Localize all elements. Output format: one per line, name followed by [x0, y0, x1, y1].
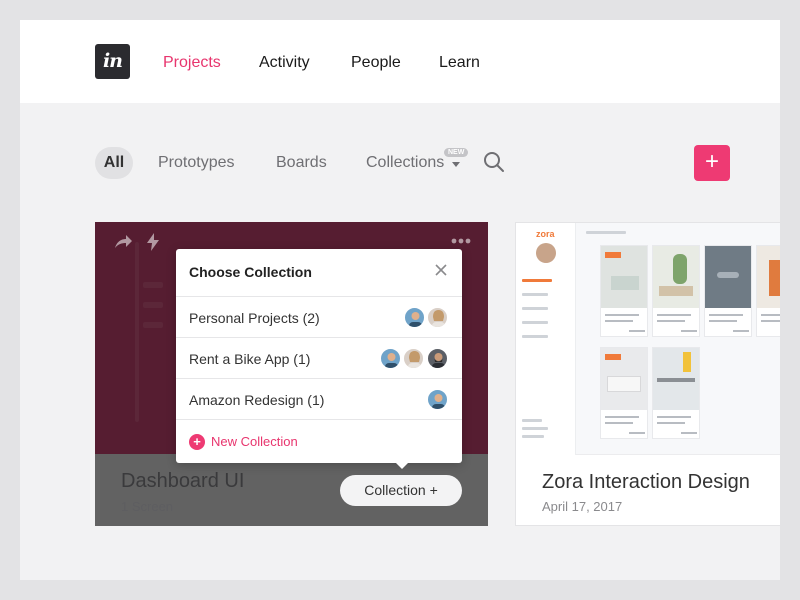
popup-title: Choose Collection	[189, 264, 312, 280]
filter-collections[interactable]: Collections	[366, 154, 444, 172]
collection-item-amazon-redesign[interactable]: Amazon Redesign (1)	[176, 378, 462, 419]
avatar	[427, 307, 448, 328]
filter-boards[interactable]: Boards	[276, 154, 327, 172]
search-icon[interactable]	[483, 151, 505, 173]
top-navigation: in Projects Activity People Learn	[20, 20, 780, 103]
avatar	[404, 307, 425, 328]
card-title: Dashboard UI	[121, 470, 245, 492]
filter-prototypes[interactable]: Prototypes	[158, 154, 234, 172]
collection-label: Amazon Redesign (1)	[189, 392, 325, 408]
close-icon[interactable]	[434, 263, 448, 277]
collection-item-personal-projects[interactable]: Personal Projects (2)	[176, 296, 462, 337]
listing-tile	[652, 347, 700, 439]
nav-projects[interactable]: Projects	[163, 54, 221, 72]
avatar	[427, 348, 448, 369]
listing-tile	[600, 245, 648, 337]
collection-button[interactable]: Collection +	[340, 475, 462, 506]
listing-tile	[600, 347, 648, 439]
collection-label: Personal Projects (2)	[189, 310, 320, 326]
card-subtitle: 1 Screen	[121, 499, 174, 514]
nav-learn[interactable]: Learn	[439, 54, 480, 72]
plus-circle-icon: +	[189, 434, 205, 450]
nav-activity[interactable]: Activity	[259, 54, 310, 72]
collection-item-rent-a-bike[interactable]: Rent a Bike App (1)	[176, 337, 462, 378]
project-card-zora[interactable]: zora Zora Interaction Design April 17, 2…	[515, 222, 780, 526]
share-icon[interactable]	[113, 234, 133, 250]
new-collection-button[interactable]: + New Collection	[176, 419, 462, 463]
chevron-down-icon[interactable]	[452, 162, 460, 167]
filter-all[interactable]: All	[95, 147, 133, 179]
new-badge: NEW	[444, 148, 469, 157]
avatar	[427, 389, 448, 410]
listing-tile	[704, 245, 752, 337]
listing-tile	[756, 245, 780, 337]
project-thumbnail: zora	[516, 223, 780, 455]
nav-people[interactable]: People	[351, 54, 401, 72]
lightning-icon[interactable]	[147, 233, 159, 251]
avatar	[380, 348, 401, 369]
app-frame: in Projects Activity People Learn All Pr…	[20, 20, 780, 580]
zora-logo: zora	[536, 229, 555, 239]
avatar	[403, 348, 424, 369]
card-subtitle: April 17, 2017	[542, 499, 623, 514]
popup-pointer	[394, 461, 410, 469]
avatar	[536, 243, 556, 263]
more-options-icon[interactable]	[451, 238, 471, 244]
add-project-button[interactable]: +	[694, 145, 730, 181]
card-title: Zora Interaction Design	[542, 471, 750, 493]
listing-tile	[652, 245, 700, 337]
new-collection-label: New Collection	[211, 434, 298, 449]
collection-label: Rent a Bike App (1)	[189, 351, 311, 367]
invision-logo[interactable]: in	[95, 44, 130, 79]
thumbnail-sidebar: zora	[516, 223, 576, 455]
choose-collection-popup: Choose Collection Personal Projects (2) …	[176, 249, 462, 469]
